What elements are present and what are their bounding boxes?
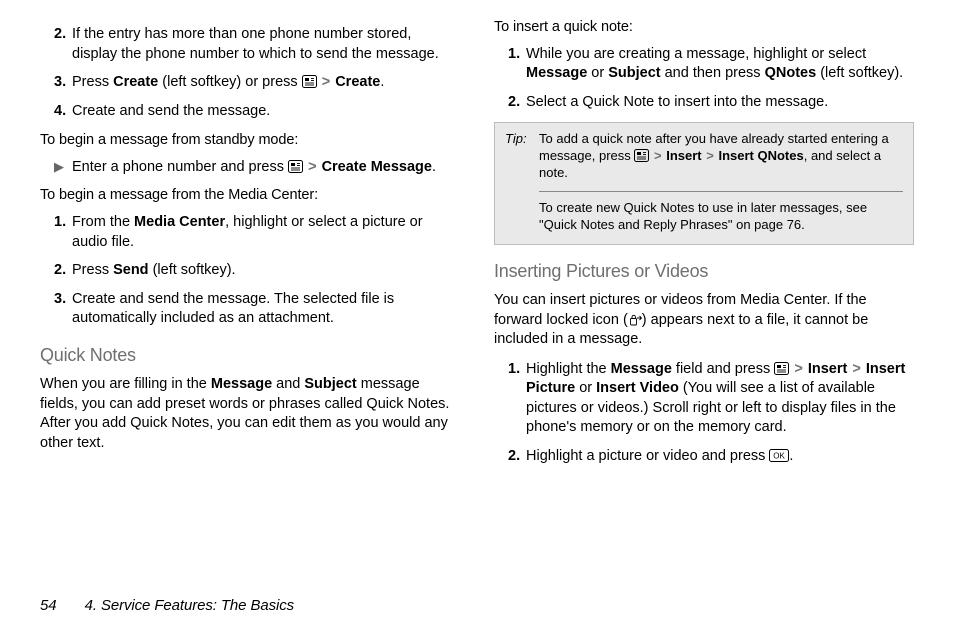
- step-number: 1.: [508, 360, 526, 380]
- tip-divider: [539, 191, 903, 192]
- steps-list-a: 2.If the entry has more than one phone n…: [40, 25, 460, 121]
- tip-label: Tip:: [505, 131, 539, 148]
- section-heading-quick-notes: Quick Notes: [40, 343, 460, 367]
- step-text: Highlight a picture or video and press O…: [526, 447, 914, 467]
- lead-text: To insert a quick note:: [494, 18, 914, 38]
- step-text: Press Send (left softkey).: [72, 261, 460, 281]
- step-text: From the Media Center, highlight or sele…: [72, 213, 460, 252]
- step-text: Highlight the Message field and press > …: [526, 360, 914, 438]
- steps-list-b: 1.Highlight the Message field and press …: [494, 360, 914, 467]
- tip-box: Tip: To add a quick note after you have …: [494, 122, 914, 244]
- forward-locked-icon: [628, 313, 642, 326]
- section-heading-inserting-pictures: Inserting Pictures or Videos: [494, 259, 914, 283]
- step-number: 1.: [508, 45, 526, 65]
- steps-list-b: 1.From the Media Center, highlight or se…: [40, 213, 460, 329]
- menu-key-icon: [634, 149, 649, 162]
- step-text: Create and send the message. The selecte…: [72, 290, 460, 329]
- lead-text: To begin a message from standby mode:: [40, 131, 460, 151]
- bullet-item: ▶ Enter a phone number and press > Creat…: [40, 158, 460, 178]
- step-text: Create and send the message.: [72, 102, 460, 122]
- step-number: 3.: [54, 290, 72, 310]
- step-number: 2.: [54, 25, 72, 45]
- left-column: 2.If the entry has more than one phone n…: [40, 18, 460, 477]
- triangle-bullet-icon: ▶: [54, 158, 72, 176]
- step-number: 3.: [54, 73, 72, 93]
- step-number: 2.: [508, 447, 526, 467]
- page-number: 54: [40, 597, 57, 614]
- menu-key-icon: [774, 362, 789, 375]
- footer-title: 4. Service Features: The Basics: [85, 597, 295, 614]
- step-text: If the entry has more than one phone num…: [72, 25, 460, 64]
- step-number: 2.: [508, 93, 526, 113]
- step-number: 1.: [54, 213, 72, 233]
- step-number: 4.: [54, 102, 72, 122]
- right-column: To insert a quick note: 1.While you are …: [494, 18, 914, 477]
- menu-key-icon: [302, 75, 317, 88]
- tip-text: To add a quick note after you have alrea…: [539, 131, 903, 182]
- page-footer: 54 4. Service Features: The Basics: [40, 596, 294, 616]
- body-paragraph: When you are filling in the Message and …: [40, 375, 460, 453]
- tip-text: To create new Quick Notes to use in late…: [539, 200, 903, 234]
- lead-text: To begin a message from the Media Center…: [40, 186, 460, 206]
- step-text: While you are creating a message, highli…: [526, 45, 914, 84]
- ok-key-icon: OK: [769, 449, 789, 462]
- menu-key-icon: [288, 160, 303, 173]
- bullet-text: Enter a phone number and press > Create …: [72, 158, 460, 178]
- step-number: 2.: [54, 261, 72, 281]
- step-text: Press Create (left softkey) or press > C…: [72, 73, 460, 93]
- body-paragraph: You can insert pictures or videos from M…: [494, 291, 914, 350]
- steps-list-a: 1.While you are creating a message, high…: [494, 45, 914, 113]
- step-text: Select a Quick Note to insert into the m…: [526, 93, 914, 113]
- svg-text:OK: OK: [774, 452, 786, 461]
